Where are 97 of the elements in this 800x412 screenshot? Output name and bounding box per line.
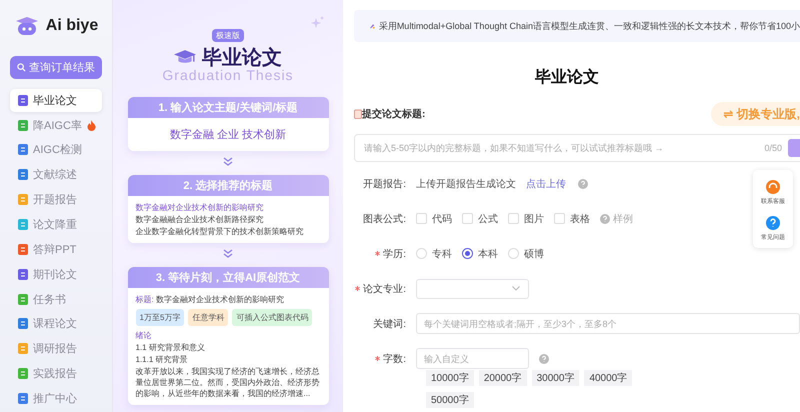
required-asterisk-icon bbox=[375, 356, 380, 362]
word-count-option[interactable]: 30000字 bbox=[532, 370, 580, 386]
field-label: 关键词: bbox=[372, 318, 407, 330]
step-header: 3. 等待片刻，立得AI原创范文 bbox=[128, 267, 328, 288]
sample-paragraph: 改革开放以来，我国实现了经济的飞速增长，经济总量位居世界第二位。然而，受国内外政治、经济形势的影响，从近些年的数据来看，我国的经济增速... bbox=[136, 366, 320, 399]
checkbox[interactable] bbox=[508, 213, 519, 224]
nav-label: 毕业论文 bbox=[33, 94, 77, 108]
word-count-input[interactable]: 输入自定义 bbox=[416, 348, 529, 369]
feature-tag: 可插入公式图表代码 bbox=[232, 309, 312, 326]
outline-line: 1.1.1 研究背景 bbox=[136, 354, 189, 365]
nav-label: 文献综述 bbox=[33, 168, 77, 182]
nav-label: 答辩PPT bbox=[33, 242, 76, 257]
word-count-option[interactable]: 40000字 bbox=[584, 370, 632, 386]
nav-label: 任务书 bbox=[33, 292, 66, 307]
brand-name: Ai biye bbox=[46, 16, 98, 35]
field-label: 字数: bbox=[354, 352, 416, 366]
banner-text: 采用Multimodal+Global Thought Chain语言模型生成连贯、一致和逻辑性强的长文本技术，帮你节省100小 bbox=[378, 20, 800, 32]
headset-icon bbox=[766, 180, 780, 194]
nav-item[interactable]: 论文降重 bbox=[10, 213, 102, 236]
page-title: 毕业论文 bbox=[534, 67, 600, 88]
step-header: 2. 选择推荐的标题 bbox=[128, 175, 328, 196]
title-suggestion[interactable]: 数字金融融合企业技术创新路径探究 bbox=[136, 214, 320, 225]
word-count-option[interactable]: 20000字 bbox=[478, 370, 527, 386]
nav-item[interactable]: 课程论文 bbox=[10, 312, 102, 336]
field-label: 图表公式: bbox=[362, 212, 407, 226]
field-label: 学历: bbox=[354, 246, 416, 260]
nav-item[interactable]: 文献综述 bbox=[10, 163, 102, 186]
chevron-down-icon bbox=[223, 157, 233, 167]
required-asterisk-icon bbox=[355, 286, 360, 292]
upload-hint: 上传开题报告生成论文 bbox=[416, 178, 516, 190]
search-orders-button[interactable]: 查询订单结果 bbox=[10, 56, 102, 79]
checkbox-label: 图片 bbox=[524, 212, 544, 226]
outline-line: 1.1 研究背景和意义 bbox=[136, 342, 206, 353]
help-icon bbox=[539, 354, 549, 364]
nav-item[interactable]: 实践报告 bbox=[10, 362, 102, 386]
chevron-down-icon bbox=[223, 249, 233, 259]
keywords-text: 数字金融 企业 技术创新 bbox=[168, 128, 288, 143]
nav-item[interactable]: AIGC检测 bbox=[10, 138, 102, 162]
help-icon bbox=[578, 178, 588, 188]
major-dropdown[interactable] bbox=[416, 278, 529, 298]
nav-item[interactable]: 毕业论文 bbox=[10, 88, 102, 112]
required-asterisk-icon bbox=[375, 251, 380, 256]
word-count-option[interactable]: 10000字 bbox=[426, 370, 474, 386]
promo-title: 毕业论文 bbox=[202, 46, 282, 70]
speed-edition-badge: 极速版 bbox=[212, 29, 244, 42]
radio-label: 本科 bbox=[478, 248, 498, 260]
field-label: 论文专业: bbox=[354, 282, 416, 296]
help-icon bbox=[766, 216, 780, 230]
title-field[interactable]: 请输入5-50字以内的完整标题，如果不知道写什么，可以试试推荐标题哦 → 0/50 bbox=[354, 134, 800, 162]
chevron-down-icon bbox=[512, 286, 520, 291]
radio-label: 专科 bbox=[432, 248, 452, 260]
char-counter: 0/50 bbox=[764, 143, 782, 153]
field-label: 开题报告: bbox=[362, 178, 407, 190]
keywords-input[interactable]: 每个关键词用空格或者;隔开，至少3个，至多8个 bbox=[416, 313, 800, 334]
title-suggestion[interactable]: 企业数字金融化转型背景下的技术创新策略研究 bbox=[136, 226, 320, 237]
section-heading: 绪论 bbox=[136, 330, 152, 341]
nav-label: 推广中心 bbox=[33, 392, 77, 406]
example-link[interactable]: 样例 bbox=[613, 212, 633, 226]
title-suggestion[interactable]: 数字金融对企业技术创新的影响研究 bbox=[136, 202, 320, 213]
checkbox[interactable] bbox=[462, 213, 473, 224]
upload-link[interactable]: 点击上传 bbox=[526, 176, 566, 190]
checkbox[interactable] bbox=[416, 213, 427, 224]
nav-label: 论文降重 bbox=[33, 218, 77, 232]
switch-pro-button[interactable]: ⇌ 切换专业版, bbox=[711, 102, 800, 126]
generate-button[interactable] bbox=[788, 139, 800, 157]
search-icon bbox=[17, 62, 26, 72]
robot-logo-icon bbox=[14, 16, 40, 36]
nav-label: 实践报告 bbox=[33, 366, 77, 382]
word-count-option[interactable]: 50000字 bbox=[426, 392, 474, 408]
nav-item[interactable]: 开题报告 bbox=[10, 188, 102, 212]
nav-label: 调研报告 bbox=[33, 342, 77, 356]
nav-item[interactable]: 推广中心 bbox=[10, 387, 102, 410]
checkbox-label: 代码 bbox=[432, 212, 452, 226]
checkbox[interactable] bbox=[554, 213, 565, 224]
feature-tag: 任意学科 bbox=[188, 309, 228, 326]
title-section-label: 提交论文标题: bbox=[362, 107, 426, 121]
checkbox-label: 表格 bbox=[570, 212, 590, 226]
nav-label: 课程论文 bbox=[33, 316, 77, 332]
nav-item[interactable]: 期刊论文 bbox=[10, 262, 102, 286]
clipboard-icon bbox=[354, 109, 362, 119]
nav-label: 期刊论文 bbox=[33, 268, 77, 282]
title-input[interactable]: 请输入5-50字以内的完整标题，如果不知道写什么，可以试试推荐标题哦 → bbox=[362, 135, 764, 161]
nav-label: AIGC检测 bbox=[33, 143, 82, 158]
sample-title: 标题: 数字金融对企业技术创新的影响研究 bbox=[136, 294, 285, 305]
checkbox-label: 公式 bbox=[478, 212, 498, 226]
nav-item[interactable]: 调研报告 bbox=[10, 337, 102, 360]
help-icon bbox=[600, 214, 610, 224]
radio-label: 硕博 bbox=[524, 248, 544, 260]
feature-tag: 1万至5万字 bbox=[136, 309, 184, 326]
watermark-subtitle: Graduation Thesis bbox=[162, 67, 294, 83]
step-header: 1. 输入论文主题/关键词/标题 bbox=[128, 97, 328, 118]
nav-item[interactable]: 答辩PPT bbox=[10, 238, 102, 261]
nav-label: 开题报告 bbox=[33, 192, 77, 208]
nav-label: 降AIGC率 bbox=[33, 118, 82, 132]
nav-item[interactable]: 任务书 bbox=[10, 288, 102, 310]
nav-item[interactable]: 降AIGC率 bbox=[10, 114, 102, 136]
radio-button[interactable] bbox=[462, 248, 473, 259]
